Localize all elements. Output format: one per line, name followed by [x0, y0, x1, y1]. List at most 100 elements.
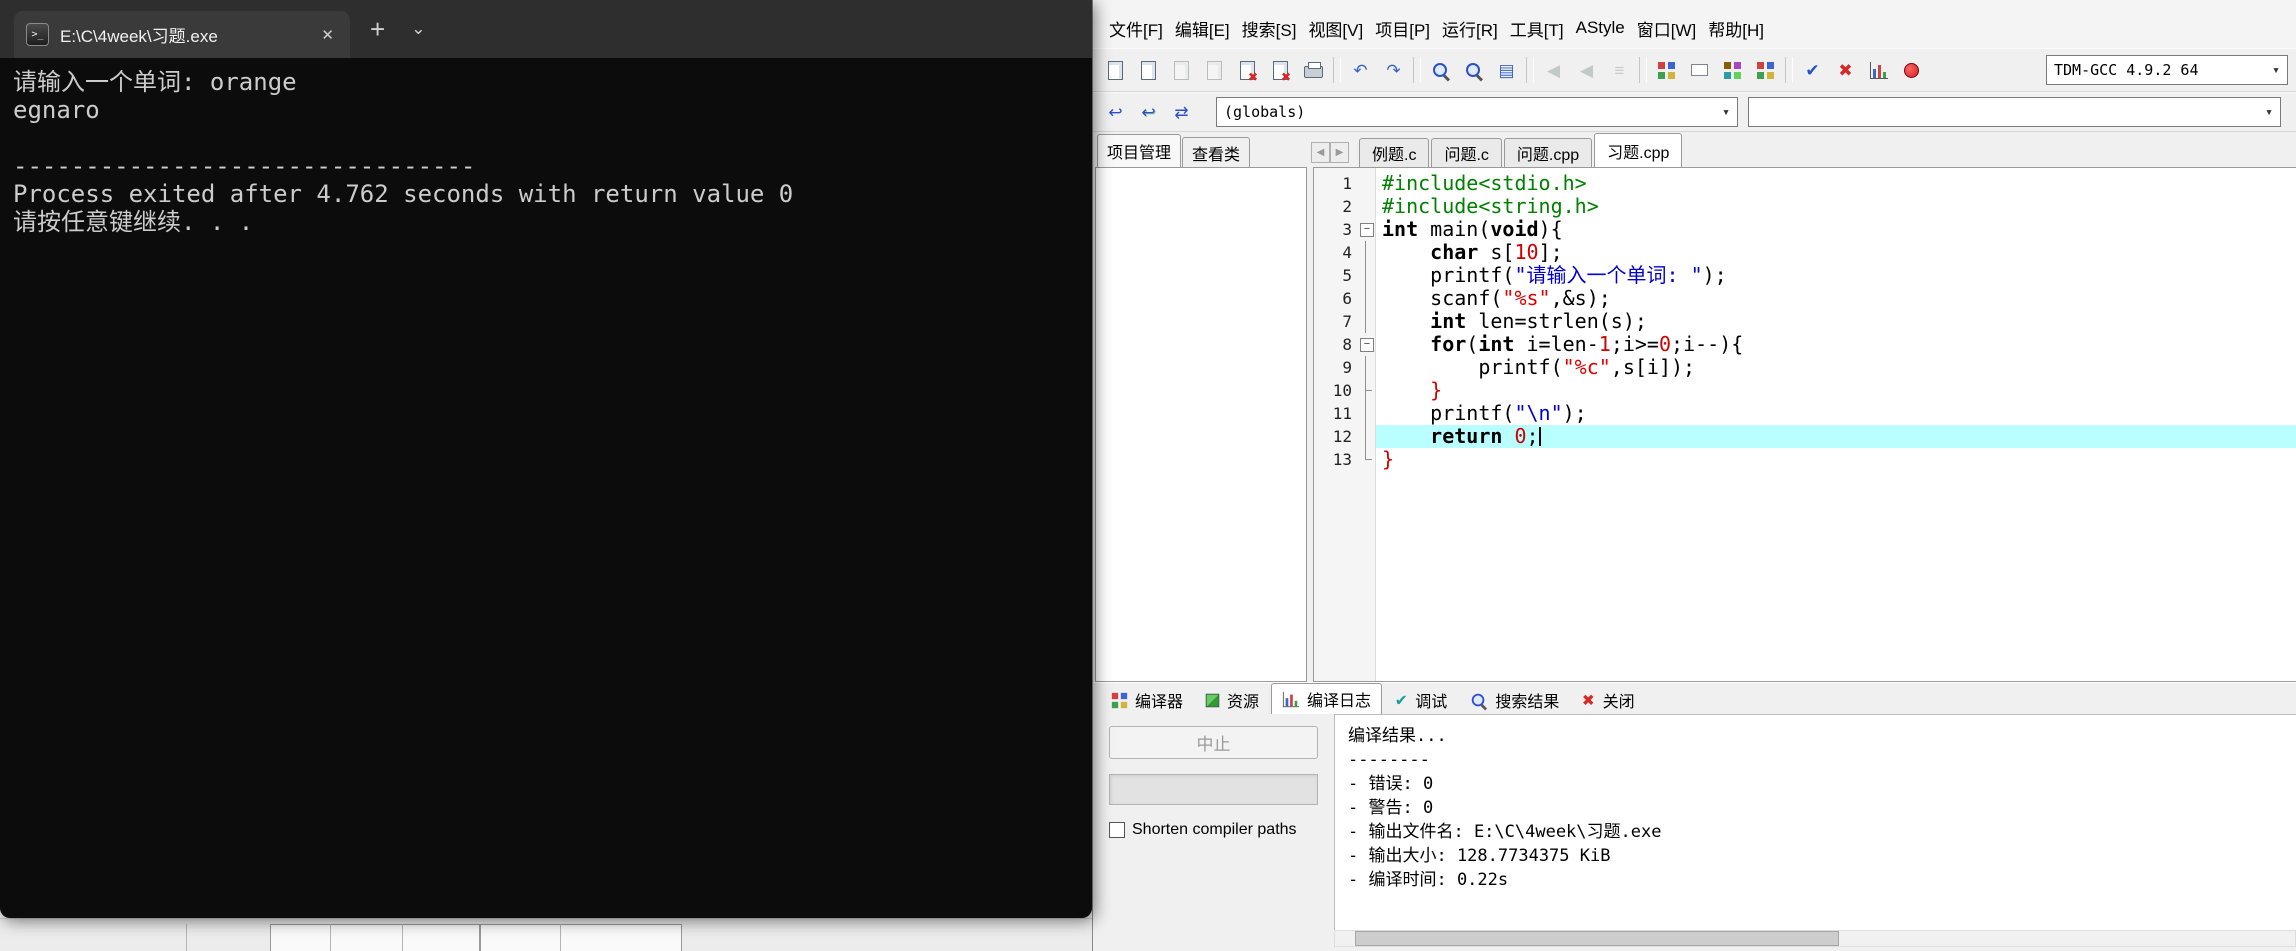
- code-line[interactable]: int main(void){: [1376, 218, 2296, 241]
- gutter-line[interactable]: 2: [1314, 195, 1375, 218]
- project-panel-tabs: 项目管理 查看类: [1097, 134, 1309, 167]
- close-all-button[interactable]: [1264, 54, 1297, 86]
- code-area[interactable]: #include<stdio.h> #include<string.h> int m…: [1376, 168, 2296, 681]
- fold-toggle-icon[interactable]: [1357, 218, 1375, 241]
- gutter-line[interactable]: 7: [1314, 310, 1375, 333]
- code-segment: ;i--){: [1671, 332, 1744, 356]
- terminal-titlebar[interactable]: >_ E:\C\4week\习题.exe ✕ + ⌄: [0, 0, 1092, 58]
- menu-item[interactable]: 编辑[E]: [1169, 10, 1236, 47]
- swap-header-source-button[interactable]: ⇄: [1165, 96, 1198, 128]
- swap-header-source-icon: ⇄: [1174, 102, 1189, 122]
- find-button[interactable]: [1424, 54, 1457, 86]
- bottom-panel-tab[interactable]: 编译器: [1101, 686, 1193, 714]
- panel-tab[interactable]: 查看类: [1182, 137, 1251, 167]
- bottom-panel-tab[interactable]: 搜索结果: [1459, 686, 1569, 714]
- compile-log-output[interactable]: 编译结果... -------- - 错误: 0 - 警告: 0 - 输出文件名: E:…: [1334, 714, 2296, 930]
- new-project-button[interactable]: [1650, 54, 1683, 86]
- debug-icon: [1904, 62, 1919, 78]
- editor-gutter[interactable]: 12345678910111213: [1314, 168, 1376, 681]
- code-line[interactable]: for(int i=len-1;i>=0;i--){: [1376, 333, 2296, 356]
- editor-tab[interactable]: 例题.c: [1359, 138, 1430, 167]
- print-button[interactable]: [1297, 54, 1330, 86]
- goto-declaration-button[interactable]: ↩: [1099, 96, 1132, 128]
- fold-marker: [1357, 356, 1375, 379]
- open-file-button[interactable]: [1132, 54, 1165, 86]
- profile-button[interactable]: [1862, 54, 1895, 86]
- globals-select[interactable]: (globals) ▾: [1216, 97, 1738, 127]
- terminal-output[interactable]: 请输入一个单词: orange egnaro -------------------…: [0, 58, 1092, 246]
- new-tab-button[interactable]: +: [370, 16, 385, 42]
- abort-button[interactable]: 中止: [1109, 726, 1318, 759]
- add-to-project-button[interactable]: [1716, 54, 1749, 86]
- members-select[interactable]: ▾: [1748, 97, 2281, 127]
- project-options-button[interactable]: [1749, 54, 1782, 86]
- compile-button[interactable]: ✔: [1796, 54, 1829, 86]
- code-line[interactable]: int len=strlen(s);: [1376, 310, 2296, 333]
- menu-item[interactable]: 视图[V]: [1302, 10, 1369, 47]
- find-in-files-button[interactable]: ▤: [1490, 54, 1523, 86]
- gutter-line[interactable]: 1: [1314, 172, 1375, 195]
- gutter-line[interactable]: 3: [1314, 218, 1375, 241]
- code-line[interactable]: #include<stdio.h>: [1376, 172, 2296, 195]
- menu-item[interactable]: AStyle: [1570, 12, 1631, 44]
- terminal-tab[interactable]: >_ E:\C\4week\习题.exe ✕: [14, 11, 350, 58]
- gutter-line[interactable]: 4: [1314, 241, 1375, 264]
- gutter-line[interactable]: 10: [1314, 379, 1375, 402]
- code-line[interactable]: scanf("%s",&s);: [1376, 287, 2296, 310]
- remove-from-project-button[interactable]: [1683, 54, 1716, 86]
- tab-scroll-right-button[interactable]: ▶: [1330, 142, 1349, 163]
- gutter-line[interactable]: 13: [1314, 448, 1375, 471]
- gutter-line[interactable]: 11: [1314, 402, 1375, 425]
- main-toolbar: ↶ ↷ ▤ ◀ ◀ ≡ ✔ ✖ TDM-GCC 4.9.2 64 ▾: [1093, 48, 2296, 92]
- menu-item[interactable]: 工具[T]: [1504, 10, 1570, 47]
- close-tab-icon[interactable]: ✕: [317, 24, 338, 46]
- code-segment: ,s[i]);: [1610, 355, 1696, 379]
- scrollbar-thumb[interactable]: [1355, 931, 1839, 946]
- project-browser-panel[interactable]: [1095, 167, 1307, 682]
- bottom-panel-tab[interactable]: 编译日志: [1271, 683, 1383, 714]
- code-line[interactable]: #include<string.h>: [1376, 195, 2296, 218]
- replace-button[interactable]: [1457, 54, 1490, 86]
- editor-tab[interactable]: 问题.c: [1431, 138, 1502, 167]
- code-line[interactable]: printf("%c",s[i]);: [1376, 356, 2296, 379]
- debug-button[interactable]: [1895, 54, 1928, 86]
- code-line[interactable]: return 0;: [1376, 425, 2296, 448]
- editor-tab[interactable]: 问题.cpp: [1503, 138, 1593, 167]
- menu-item[interactable]: 运行[R]: [1436, 10, 1504, 47]
- bottom-panel-tab[interactable]: ✖ 关闭: [1571, 686, 1644, 714]
- menu-item[interactable]: 帮助[H]: [1702, 10, 1770, 47]
- tab-scroll-left-button[interactable]: ◀: [1311, 142, 1330, 163]
- bottom-panel-tab[interactable]: 资源: [1195, 686, 1269, 714]
- bottom-panel-tab[interactable]: ✔ 调试: [1384, 686, 1457, 714]
- panel-tab[interactable]: 项目管理: [1097, 134, 1182, 167]
- shorten-paths-checkbox[interactable]: [1109, 822, 1125, 838]
- menu-item[interactable]: 项目[P]: [1369, 10, 1436, 47]
- undo-button[interactable]: ↶: [1344, 54, 1377, 86]
- fold-marker: [1357, 425, 1375, 448]
- gutter-line[interactable]: 9: [1314, 356, 1375, 379]
- code-line[interactable]: char s[10];: [1376, 241, 2296, 264]
- menu-item[interactable]: 窗口[W]: [1631, 10, 1703, 47]
- gutter-line[interactable]: 5: [1314, 264, 1375, 287]
- horizontal-scrollbar[interactable]: [1334, 930, 2296, 947]
- rebuild-button[interactable]: ✖: [1829, 54, 1862, 86]
- close-file-button[interactable]: [1231, 54, 1264, 86]
- gutter-line[interactable]: 6: [1314, 287, 1375, 310]
- compiler-select[interactable]: TDM-GCC 4.9.2 64 ▾: [2046, 55, 2288, 85]
- background-window-strip: [0, 918, 1092, 951]
- code-line[interactable]: printf("\n");: [1376, 402, 2296, 425]
- menu-item[interactable]: 文件[F]: [1103, 10, 1169, 47]
- code-line[interactable]: }: [1376, 448, 2296, 471]
- editor-tab[interactable]: 习题.cpp: [1594, 133, 1683, 167]
- goto-definition-button[interactable]: ↩: [1132, 96, 1165, 128]
- code-line[interactable]: }: [1376, 379, 2296, 402]
- redo-button[interactable]: ↷: [1377, 54, 1410, 86]
- fold-toggle-icon[interactable]: [1357, 333, 1375, 356]
- menu-item[interactable]: 搜索[S]: [1236, 10, 1303, 47]
- chevron-down-icon: ▾: [2272, 62, 2280, 78]
- tab-dropdown-icon[interactable]: ⌄: [411, 19, 425, 39]
- gutter-line[interactable]: 12: [1314, 425, 1375, 448]
- code-line[interactable]: printf("请输入一个单词: ");: [1376, 264, 2296, 287]
- gutter-line[interactable]: 8: [1314, 333, 1375, 356]
- new-source-button[interactable]: [1099, 54, 1132, 86]
